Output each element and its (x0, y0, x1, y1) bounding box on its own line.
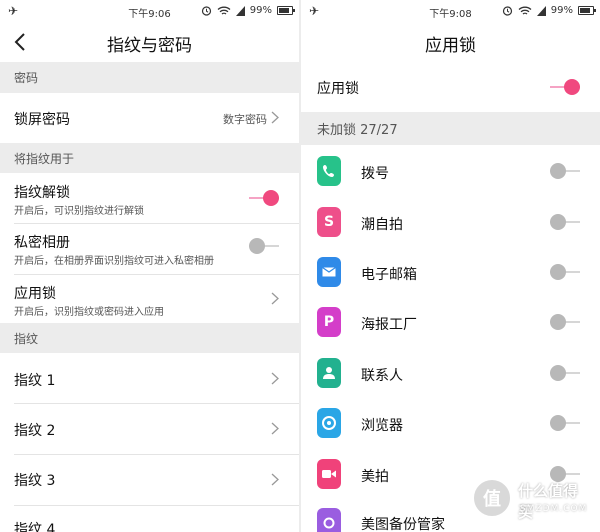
app-lock-row[interactable]: 应用锁 开启后，识别指纹或密码进入应用 (0, 275, 299, 323)
row-label: 锁屏密码 (14, 112, 70, 128)
private-album-toggle[interactable] (249, 238, 279, 254)
chevron-right-icon (271, 111, 279, 124)
meitu-backup-app-icon (317, 508, 341, 532)
chevron-right-icon (271, 422, 279, 435)
meipai-app-icon (317, 459, 341, 489)
unlocked-apps-header: 未加锁 27/27 (301, 112, 600, 145)
battery-icon (277, 6, 295, 15)
wifi-icon (217, 6, 231, 15)
fingerprint-password-screen: ✈ 下午9:06 99% 指纹与密码 密码 锁屏密码 数字密码 将指纹用于 指纹… (0, 0, 299, 532)
chevron-right-icon (271, 473, 279, 486)
app-lock-toggle[interactable] (550, 214, 580, 230)
row-description: 开启后，可识别指纹进行解锁 (14, 206, 144, 217)
row-description: 开启后，识别指纹或密码进入应用 (14, 307, 164, 318)
fingerprint-item-row[interactable]: 指纹 1 (0, 353, 299, 403)
nav-bar: 应用锁 (301, 22, 600, 62)
fingerprint-item-row[interactable]: 指纹 2 (0, 404, 299, 454)
status-bar: ✈ 下午9:06 99% (0, 0, 299, 22)
app-name: 海报工厂 (361, 317, 417, 333)
nav-bar: 指纹与密码 (0, 22, 299, 62)
fingerprint-item-row[interactable]: 指纹 3 (0, 455, 299, 505)
private-album-row[interactable]: 私密相册 开启后，在相册界面识别指纹可进入私密相册 (0, 224, 299, 274)
app-name: 联系人 (361, 368, 403, 384)
fingerprint-unlock-row[interactable]: 指纹解锁 开启后，可识别指纹进行解锁 (0, 173, 299, 223)
signal-icon (536, 5, 546, 16)
app-lock-toggle[interactable] (550, 264, 580, 280)
row-value: 数字密码 (223, 113, 267, 126)
battery-icon (578, 6, 596, 15)
fingerprint-name: 指纹 3 (14, 473, 56, 489)
battery-percent: 99% (550, 5, 573, 16)
lock-screen-password-row[interactable]: 锁屏密码 数字密码 (0, 93, 299, 143)
page-title: 指纹与密码 (107, 36, 192, 56)
app-name: 潮自拍 (361, 217, 403, 233)
chevron-right-icon (271, 292, 279, 305)
app-lock-master-row[interactable]: 应用锁 (301, 62, 600, 112)
row-description: 开启后，在相册界面识别指纹可进入私密相册 (14, 256, 214, 267)
app-name: 浏览器 (361, 418, 403, 434)
app-lock-toggle[interactable] (550, 415, 580, 431)
app-lock-item[interactable]: 电子邮箱 (301, 247, 600, 297)
app-name: 美拍 (361, 469, 389, 485)
fingerprint-name: 指纹 1 (14, 373, 56, 389)
app-lock-item[interactable]: 浏览器 (301, 398, 600, 448)
watermark-text: 什么值得买 (518, 482, 579, 521)
signal-icon (235, 5, 245, 16)
fingerprint-name: 指纹 2 (14, 423, 56, 439)
status-bar: ✈ 下午9:08 99% (301, 0, 600, 22)
section-header-password: 密码 (0, 62, 299, 93)
battery-percent: 99% (249, 5, 272, 16)
app-lock-item[interactable]: P 海报工厂 (301, 297, 600, 347)
row-label: 指纹解锁 (14, 185, 70, 201)
app-name: 电子邮箱 (361, 267, 417, 283)
fingerprint-unlock-toggle[interactable] (249, 190, 279, 206)
contacts-app-icon (317, 358, 341, 388)
row-label: 应用锁 (317, 81, 359, 97)
fingerprint-item-row[interactable]: 指纹 4 (0, 506, 299, 532)
app-lock-toggle[interactable] (550, 365, 580, 381)
app-name: 拨号 (361, 166, 389, 182)
fingerprint-name: 指纹 4 (14, 522, 56, 532)
app-lock-item[interactable]: 联系人 (301, 348, 600, 398)
phone-app-icon (317, 156, 341, 186)
app-lock-item[interactable]: S 潮自拍 (301, 197, 600, 247)
alarm-icon (502, 6, 512, 16)
watermark-subtext: SMZDM.COM (520, 504, 588, 514)
email-app-icon (317, 257, 341, 287)
section-header-use-for: 将指纹用于 (0, 143, 299, 173)
app-lock-screen: ✈ 下午9:08 99% 应用锁 应用锁 未加锁 27/27 拨号 S 潮自拍 … (301, 0, 600, 532)
chevron-right-icon (271, 372, 279, 385)
poster-factory-app-icon: P (317, 307, 341, 337)
section-header-fingerprints: 指纹 (0, 323, 299, 353)
watermark-logo: 值 (472, 478, 512, 518)
app-lock-master-toggle[interactable] (550, 79, 580, 95)
row-label: 应用锁 (14, 286, 56, 302)
app-name: 美图备份管家 (361, 517, 445, 532)
browser-app-icon (317, 408, 341, 438)
alarm-icon (201, 6, 211, 16)
app-lock-toggle[interactable] (550, 163, 580, 179)
watermark: 值 什么值得买 SMZDM.COM (472, 476, 592, 526)
row-label: 私密相册 (14, 235, 70, 251)
page-title: 应用锁 (425, 36, 476, 56)
app-lock-toggle[interactable] (550, 314, 580, 330)
selfie-app-icon: S (317, 207, 341, 237)
app-lock-item[interactable]: 拨号 (301, 146, 600, 196)
wifi-icon (518, 6, 532, 15)
